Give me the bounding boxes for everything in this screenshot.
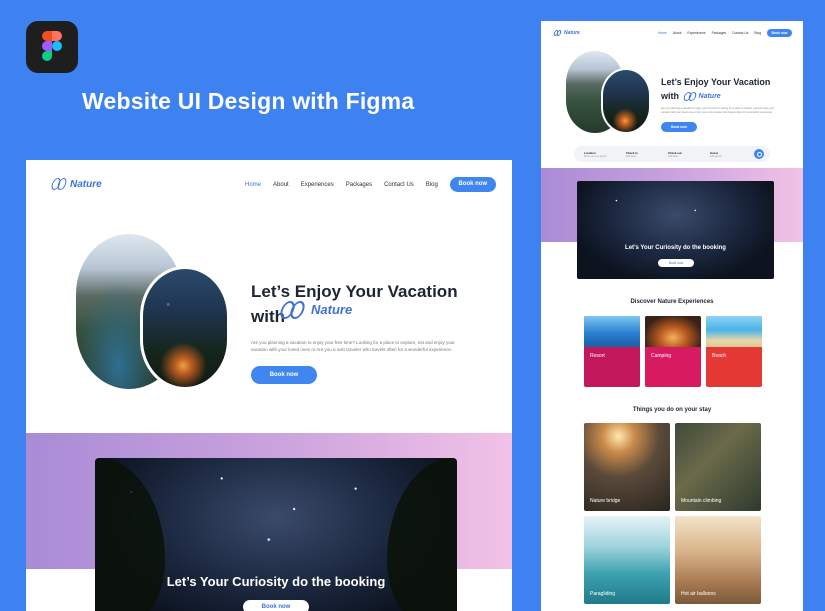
search-field-label: Location bbox=[584, 150, 596, 155]
search-field-checkin[interactable]: Check in Add dates bbox=[626, 151, 668, 158]
camping-image bbox=[645, 316, 701, 347]
nature-logo-icon bbox=[50, 178, 68, 190]
experience-cards: Resort Camping Beach bbox=[584, 316, 762, 387]
hero-campfire-image bbox=[601, 68, 651, 134]
experience-card-label: Camping bbox=[651, 353, 672, 359]
search-field-label: Check in bbox=[626, 150, 638, 155]
figma-logo-shape bbox=[52, 31, 62, 41]
brand-logo-text: Nature bbox=[564, 30, 580, 36]
nature-logo-icon bbox=[553, 30, 562, 36]
activity-tile-paragliding[interactable]: Paragliding bbox=[584, 516, 670, 604]
nav-item-about[interactable]: About bbox=[673, 31, 682, 35]
activity-tile-hot-air-balloons[interactable]: Hot air balloons bbox=[675, 516, 761, 604]
search-field-value: Add dates bbox=[668, 155, 679, 158]
top-nav: Home About Experiences Packages Contact … bbox=[245, 177, 496, 192]
experiences-title: Discover Nature Experiences bbox=[630, 299, 714, 305]
search-field-label: Guest bbox=[710, 150, 718, 155]
starry-sky-banner: Let’s Your Curiosity do the booking Book… bbox=[95, 458, 457, 611]
brand-logo[interactable]: Nature bbox=[553, 30, 580, 36]
page-headline: Website UI Design with Figma bbox=[82, 88, 415, 114]
top-nav: Home About Experiences Packages Contact … bbox=[658, 29, 792, 37]
hero-book-button[interactable]: Book now bbox=[661, 122, 697, 132]
hero-brand-text: Nature bbox=[311, 302, 353, 317]
search-field-value: Where are you going? bbox=[584, 155, 607, 158]
nav-item-packages[interactable]: Packages bbox=[712, 31, 726, 35]
brand-logo-text: Nature bbox=[70, 178, 102, 190]
nav-item-contact[interactable]: Contact Us bbox=[384, 182, 414, 188]
resort-image bbox=[584, 316, 640, 347]
desktop-mockup: Nature Home About Experiences Packages C… bbox=[26, 160, 512, 611]
figma-logo-shape bbox=[42, 41, 52, 51]
hero-brand-text: Nature bbox=[698, 92, 721, 100]
nav-item-about[interactable]: About bbox=[273, 182, 289, 188]
hero-book-button[interactable]: Book now bbox=[251, 366, 317, 384]
figma-logo-shape bbox=[52, 41, 62, 51]
hero-title-line2-wrap: with Nature bbox=[251, 300, 458, 329]
nav-item-experiences[interactable]: Experiences bbox=[301, 182, 334, 188]
search-icon[interactable] bbox=[754, 149, 764, 159]
activity-tile-mountain-climbing[interactable]: Mountain climbing bbox=[675, 423, 761, 511]
experience-card-label: Beach bbox=[712, 353, 727, 359]
experience-card-beach[interactable]: Beach bbox=[706, 316, 762, 387]
hero-title: Let’s Enjoy Your Vacation with Nature bbox=[661, 75, 770, 104]
nature-logo-icon bbox=[278, 300, 307, 319]
banner-caption: Let’s Your Curiosity do the booking bbox=[166, 574, 386, 589]
nav-item-blog[interactable]: Blog bbox=[426, 182, 438, 188]
nav-item-blog[interactable]: Blog bbox=[754, 31, 761, 35]
experience-card-label: Resort bbox=[590, 353, 605, 359]
nav-book-button[interactable]: Book now bbox=[766, 29, 792, 37]
nav-item-contact[interactable]: Contact Us bbox=[732, 31, 748, 35]
nav-item-home[interactable]: Home bbox=[245, 182, 261, 188]
booking-search-bar: Location Where are you going? Check in A… bbox=[574, 146, 770, 162]
experience-card-camping[interactable]: Camping bbox=[645, 316, 701, 387]
nature-logo-icon bbox=[682, 92, 697, 102]
figma-logo-shape bbox=[42, 31, 52, 41]
hero-description: Are you planning a vacation to enjoy you… bbox=[661, 107, 775, 114]
banner-book-button[interactable]: Book now bbox=[658, 259, 694, 267]
banner-caption: Let’s Your Curiosity do the booking bbox=[625, 245, 726, 251]
search-field-label: Check out bbox=[668, 150, 682, 155]
activity-tile-label: Paragliding bbox=[590, 591, 616, 597]
activities-title: Things you do on your stay bbox=[632, 407, 712, 413]
search-field-checkout[interactable]: Check out Add dates bbox=[668, 151, 710, 158]
hero-title: Let’s Enjoy Your Vacation with Nature bbox=[251, 279, 458, 329]
activity-tile-label: Nature bridge bbox=[590, 498, 621, 504]
nav-item-experiences[interactable]: Experiences bbox=[687, 31, 705, 35]
activity-tiles: Nature bridge Mountain climbing Paraglid… bbox=[584, 423, 761, 604]
search-field-guest[interactable]: Guest Add guests bbox=[710, 151, 752, 158]
activity-tile-nature-bridge[interactable]: Nature bridge bbox=[584, 423, 670, 511]
search-field-value: Add dates bbox=[626, 155, 637, 158]
starry-sky-banner: Let’s Your Curiosity do the booking Book… bbox=[577, 181, 774, 279]
beach-image bbox=[706, 316, 762, 347]
hero-brand-logo: Nature bbox=[278, 297, 353, 322]
fullpage-mockup: Nature Home About Experiences Packages C… bbox=[541, 21, 803, 611]
hero-title-line2-wrap: with Nature bbox=[661, 89, 770, 104]
hero-title-line2: with bbox=[661, 91, 679, 101]
hero-brand-logo: Nature bbox=[682, 90, 721, 104]
figma-logo bbox=[26, 21, 78, 73]
nav-item-packages[interactable]: Packages bbox=[346, 182, 372, 188]
figma-logo-shape bbox=[42, 51, 52, 61]
nav-book-button[interactable]: Book now bbox=[449, 177, 496, 192]
hero-description: Are you planning a vacation to enjoy you… bbox=[251, 340, 455, 352]
banner-book-button[interactable]: Book now bbox=[243, 600, 309, 611]
search-field-value: Add guests bbox=[710, 155, 722, 158]
search-field-location[interactable]: Location Where are you going? bbox=[584, 151, 626, 158]
hero-title-line1: Let’s Enjoy Your Vacation bbox=[661, 77, 771, 87]
activity-tile-label: Mountain climbing bbox=[681, 498, 722, 504]
brand-logo[interactable]: Nature bbox=[50, 178, 102, 190]
hero-campfire-image bbox=[140, 266, 230, 390]
nav-item-home[interactable]: Home bbox=[658, 31, 667, 35]
experience-card-resort[interactable]: Resort bbox=[584, 316, 640, 387]
activity-tile-label: Hot air balloons bbox=[681, 591, 716, 597]
